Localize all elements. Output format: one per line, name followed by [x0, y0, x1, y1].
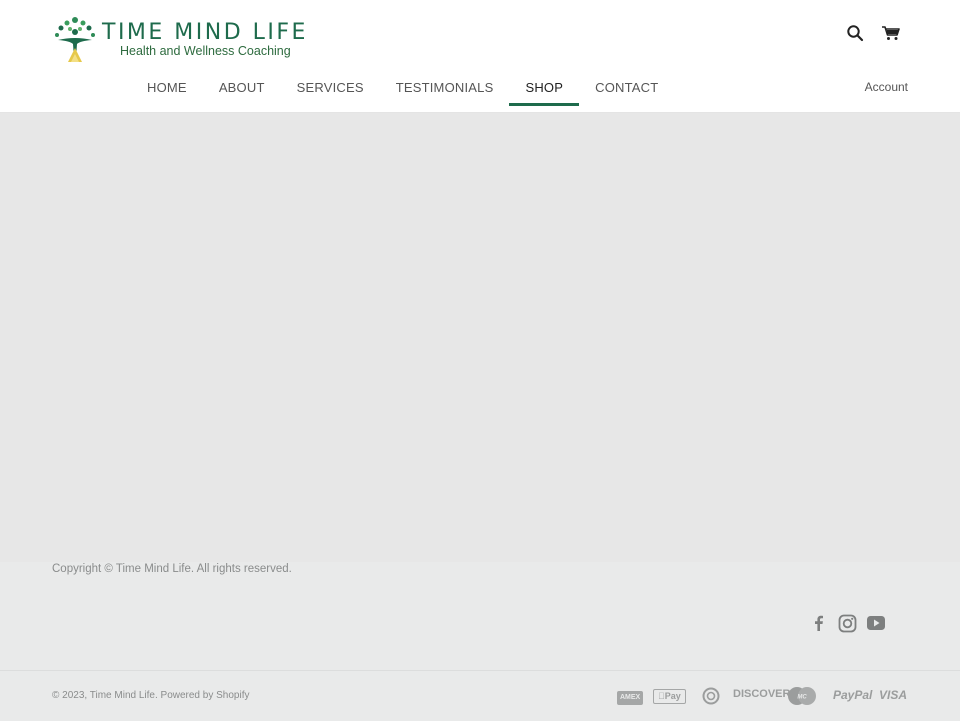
main-nav: HOME ABOUT SERVICES TESTIMONIALS SHOP CO…	[131, 70, 674, 106]
copyright-text: Copyright © Time Mind Life. All rights r…	[52, 563, 292, 575]
facebook-icon[interactable]	[810, 614, 830, 634]
discover-icon: DISCOVER	[733, 688, 791, 700]
main-content-area	[0, 113, 960, 562]
site-footer: Copyright © Time Mind Life. All rights r…	[0, 562, 960, 721]
nav-item-services[interactable]: SERVICES	[281, 70, 380, 106]
visa-icon: VISA	[879, 688, 908, 702]
nav-item-home[interactable]: HOME	[131, 70, 203, 106]
nav-item-contact[interactable]: CONTACT	[579, 70, 674, 106]
nav-item-shop[interactable]: SHOP	[509, 70, 579, 106]
logo-tree-icon	[55, 17, 95, 62]
site-logo[interactable]: TIME MIND LIFE Health and Wellness Coach…	[52, 14, 305, 66]
apple-pay-icon: Pay	[653, 688, 686, 704]
amex-icon: AMEX	[617, 688, 644, 705]
footer-divider	[0, 670, 960, 671]
youtube-icon[interactable]	[866, 614, 886, 634]
site-header: TIME MIND LIFE Health and Wellness Coach…	[0, 0, 960, 113]
logo-title: TIME MIND LIFE	[102, 20, 308, 45]
logo-subtitle: Health and Wellness Coaching	[120, 44, 291, 58]
nav-item-about[interactable]: ABOUT	[203, 70, 281, 106]
instagram-icon[interactable]	[838, 614, 858, 634]
nav-item-testimonials[interactable]: TESTIMONIALS	[380, 70, 510, 106]
account-link[interactable]: Account	[865, 80, 908, 94]
diners-club-icon	[702, 687, 720, 705]
mastercard-icon: MC	[787, 686, 817, 705]
svg-text:MC: MC	[797, 695, 807, 701]
cart-icon[interactable]	[881, 24, 901, 44]
powered-by-text: © 2023, Time Mind Life. Powered by Shopi…	[52, 690, 250, 701]
paypal-icon: PayPal	[833, 688, 873, 702]
search-icon[interactable]	[846, 24, 866, 44]
